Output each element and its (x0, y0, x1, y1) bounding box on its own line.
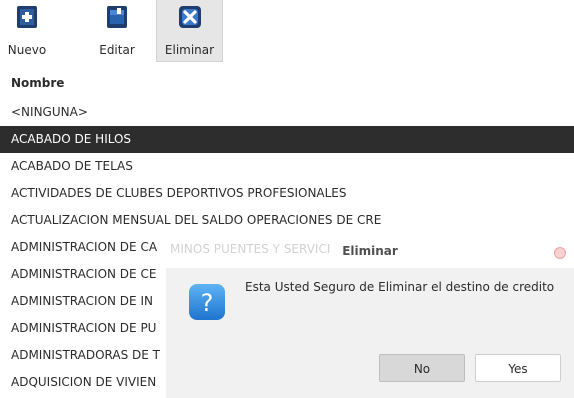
delete-icon (178, 6, 201, 28)
toolbar: Nuevo Editar Eliminar (0, 0, 574, 64)
dialog-title: Eliminar (342, 244, 398, 258)
edit-button[interactable]: Editar (94, 0, 140, 62)
delete-button-label: Eliminar (164, 43, 215, 57)
list-item[interactable]: ACTIVIDADES DE CLUBES DEPORTIVOS PROFESI… (0, 180, 574, 207)
yes-button[interactable]: Yes (475, 354, 561, 382)
confirm-delete-dialog: MINOS PUENTES Y SERVICI Eliminar ? Esta … (166, 236, 574, 398)
new-button-label: Nuevo (7, 43, 47, 57)
list-item[interactable]: ACABADO DE TELAS (0, 153, 574, 180)
edit-folder-icon (107, 6, 127, 28)
svg-text:?: ? (201, 289, 214, 317)
close-icon[interactable] (554, 247, 566, 259)
new-document-icon (17, 6, 37, 28)
edit-button-label: Editar (99, 43, 135, 57)
list-item[interactable]: ACTUALIZACION MENSUAL DEL SALDO OPERACIO… (0, 207, 574, 234)
new-button[interactable]: Nuevo (4, 0, 50, 62)
column-header-nombre[interactable]: Nombre (0, 71, 574, 95)
list-item[interactable]: <NINGUNA> (0, 99, 574, 126)
delete-button[interactable]: Eliminar (156, 0, 223, 62)
list-item-selected[interactable]: ACABADO DE HILOS (0, 126, 574, 153)
dialog-titlebar[interactable]: MINOS PUENTES Y SERVICI Eliminar (166, 236, 574, 268)
no-button[interactable]: No (379, 354, 465, 382)
dialog-message: Esta Usted Seguro de Eliminar el destino… (245, 280, 555, 294)
question-icon: ? (189, 284, 225, 320)
